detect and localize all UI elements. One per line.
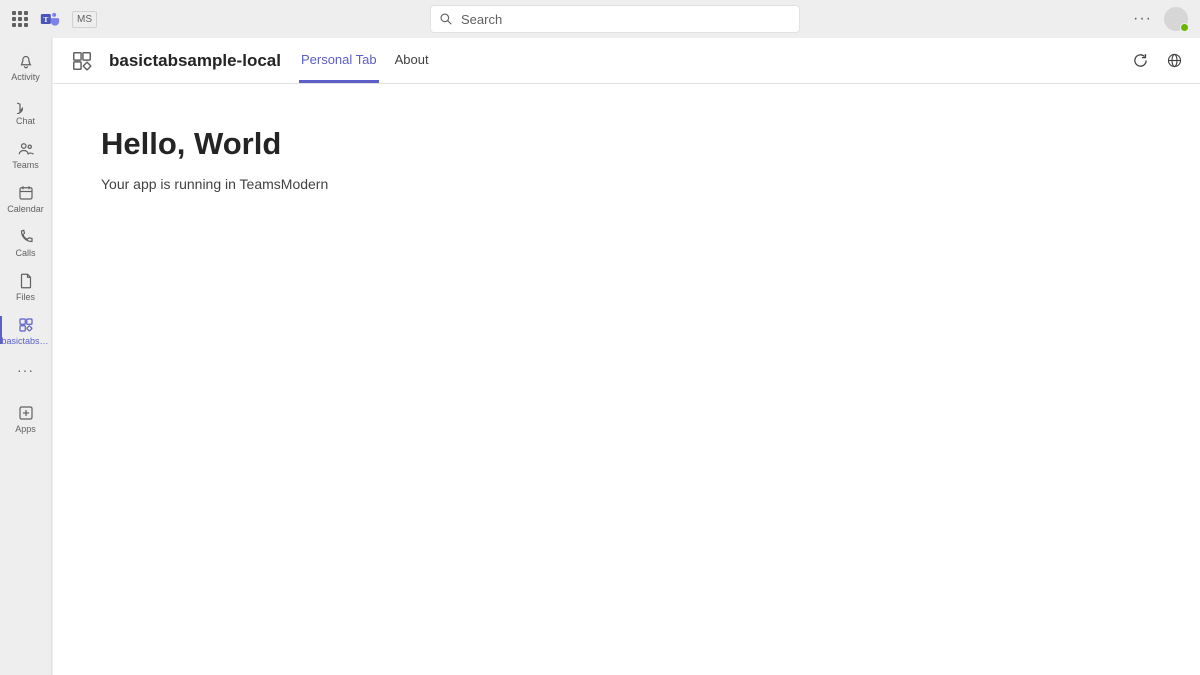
tab-about[interactable]: About <box>393 38 431 83</box>
rail-item-calendar[interactable]: Calendar <box>0 176 51 220</box>
refresh-icon[interactable] <box>1130 51 1150 71</box>
phone-icon <box>16 227 36 247</box>
globe-icon[interactable] <box>1164 51 1184 71</box>
app-root: T MS ··· Activity <box>0 0 1200 675</box>
user-avatar[interactable] <box>1164 7 1188 31</box>
rail-label: Teams <box>12 161 39 170</box>
teams-logo-icon[interactable]: T <box>40 9 60 29</box>
main-panel: basictabsample-local Personal Tab About … <box>53 38 1200 675</box>
left-rail: Activity Chat Teams Calendar <box>0 38 52 675</box>
search-box[interactable] <box>430 5 800 33</box>
rail-item-apps[interactable]: Apps <box>0 396 51 440</box>
rail-label: basictabsa... <box>2 337 50 346</box>
rail-item-files[interactable]: Files <box>0 264 51 308</box>
apps-plus-icon <box>16 403 36 423</box>
rail-label: Calendar <box>7 205 44 214</box>
top-bar: T MS ··· <box>0 0 1200 38</box>
bell-icon <box>16 51 36 71</box>
rail-item-teams[interactable]: Teams <box>0 132 51 176</box>
rail-item-chat[interactable]: Chat <box>0 88 51 132</box>
rail-label: Chat <box>16 117 35 126</box>
app-tile-icon <box>16 315 36 335</box>
tab-content: Hello, World Your app is running in Team… <box>53 84 1200 234</box>
tab-header: basictabsample-local Personal Tab About <box>53 38 1200 84</box>
file-icon <box>16 271 36 291</box>
people-icon <box>16 139 36 159</box>
rail-item-custom-app[interactable]: basictabsa... <box>0 308 51 352</box>
tab-actions <box>1130 51 1184 71</box>
calendar-icon <box>16 183 36 203</box>
rail-more-icon[interactable]: ··· <box>0 352 51 388</box>
content-heading: Hello, World <box>101 126 1152 162</box>
svg-text:T: T <box>43 15 48 24</box>
app-title: basictabsample-local <box>109 51 281 71</box>
app-header-icon <box>69 48 95 74</box>
rail-label: Calls <box>15 249 35 258</box>
chat-icon <box>16 95 36 115</box>
search-input[interactable] <box>461 12 791 27</box>
settings-more-icon[interactable]: ··· <box>1133 10 1152 28</box>
org-badge: MS <box>72 11 97 28</box>
tab-personal[interactable]: Personal Tab <box>299 38 379 83</box>
top-bar-left: T MS <box>12 9 97 29</box>
rail-label: Activity <box>11 73 40 82</box>
content-subtext: Your app is running in TeamsModern <box>101 176 1152 192</box>
rail-label: Apps <box>15 425 36 434</box>
top-bar-right: ··· <box>1133 7 1188 31</box>
presence-indicator <box>1180 23 1189 32</box>
rail-item-activity[interactable]: Activity <box>0 44 51 88</box>
rail-label: Files <box>16 293 35 302</box>
body: Activity Chat Teams Calendar <box>0 38 1200 675</box>
rail-item-calls[interactable]: Calls <box>0 220 51 264</box>
app-launcher-icon[interactable] <box>12 11 28 27</box>
search-icon <box>439 12 453 26</box>
search-wrap <box>97 5 1133 33</box>
